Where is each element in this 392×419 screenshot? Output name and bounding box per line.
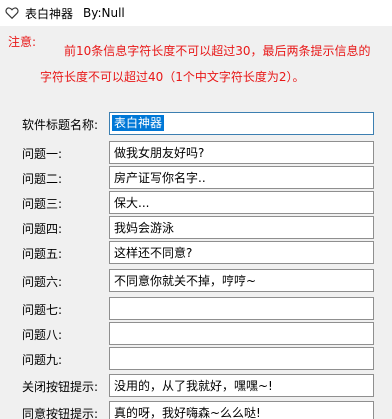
field-row-q1: 问题一: [0,141,392,165]
field-label-q5: 问题五: [22,247,63,261]
close-button-tip-input[interactable] [109,374,374,397]
field-row-agree-tip: 同意按钮提示: [0,401,392,419]
notice-header: 注意: [8,35,37,49]
field-label-agree-tip: 同意按钮提示: [22,407,99,419]
window-subtitle: By:Null [83,6,125,20]
title-bar: 表白神器 By:Null [0,0,392,26]
field-row-q7: 问题七: [0,297,392,321]
window-title: 表白神器 [25,6,74,21]
field-label-q9: 问题九: [22,353,63,367]
field-row-q9: 问题九: [0,347,392,371]
field-label-close-tip: 关闭按钮提示: [22,380,99,394]
field-label-q4: 问题四: [22,222,63,236]
field-label-q8: 问题八: [22,328,63,342]
field-row-q2: 问题二: [0,166,392,190]
question-2-input[interactable] [109,166,374,189]
field-label-q3: 问题三: [22,197,63,211]
notice-line-2: 字符长度不可以超过40（1个中文字符长度为2）。 [40,70,305,84]
question-5-input[interactable] [109,241,374,264]
question-6-input[interactable] [109,269,374,292]
field-row-q4: 问题四: [0,216,392,240]
field-row-q8: 问题八: [0,322,392,346]
field-row-q3: 问题三: [0,191,392,215]
field-row-q5: 问题五: [0,241,392,265]
question-9-input[interactable] [109,347,374,370]
heart-icon [5,7,19,20]
field-row-title: 软件标题名称: 表白神器 [0,112,392,136]
field-label-title: 软件标题名称: [22,118,99,132]
notice-panel: 注意: 前10条信息字符长度不可以超过30，最后两条提示信息的 字符长度不可以超… [0,26,392,110]
question-1-input[interactable] [109,141,374,164]
field-label-q1: 问题一: [22,147,63,161]
field-row-q6: 问题六: [0,269,392,293]
field-label-q7: 问题七: [22,303,63,317]
title-selection: 表白神器 [112,115,165,131]
field-label-q6: 问题六: [22,275,63,289]
notice-line-1: 前10条信息字符长度不可以超过30，最后两条提示信息的 [64,44,371,58]
question-3-input[interactable] [109,191,374,214]
question-4-input[interactable] [109,216,374,239]
agree-button-tip-input[interactable] [109,401,374,419]
question-8-input[interactable] [109,322,374,345]
question-7-input[interactable] [109,297,374,320]
field-row-close-tip: 关闭按钮提示: [0,374,392,398]
field-label-q2: 问题二: [22,172,63,186]
